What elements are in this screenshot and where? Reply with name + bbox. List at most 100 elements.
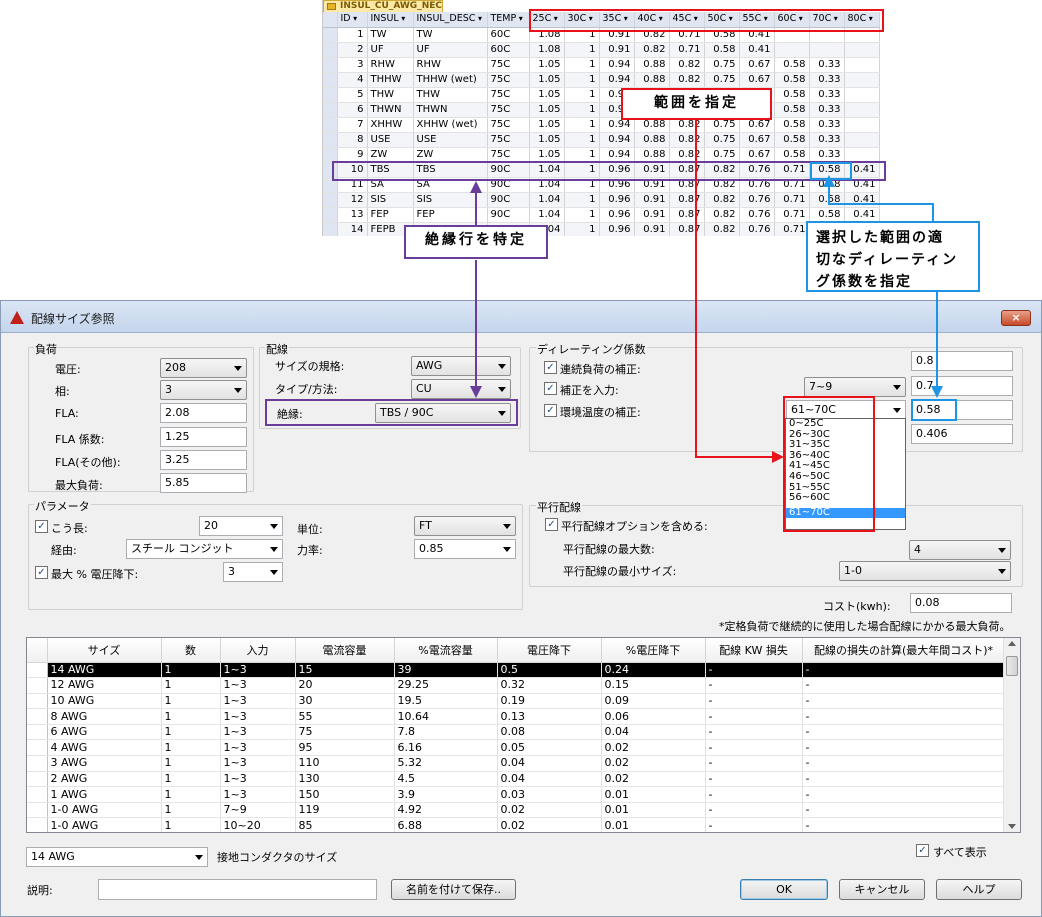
table-cell[interactable]: 5 — [337, 87, 368, 103]
table-cell[interactable]: 1.05 — [529, 72, 565, 88]
grid-cell[interactable]: 1~3 — [220, 755, 296, 772]
table-row[interactable]: 13 FEP FEP 90C 1.04 1 0.96 0.91 0.87 0.82 0.76 0.71… — [323, 207, 880, 223]
grid-cell[interactable]: 3.9 — [394, 786, 498, 803]
grid-cell[interactable]: 0.01 — [601, 786, 706, 803]
save-as-button[interactable]: 名前を付けて保存.. — [391, 879, 516, 900]
table-cell[interactable]: 4 — [337, 72, 368, 88]
cancel-button[interactable]: キャンセル — [839, 879, 925, 900]
grid-cell[interactable]: 0.19 — [497, 693, 602, 710]
grid-cell[interactable]: 0.08 — [497, 724, 602, 741]
grid-column-header[interactable]: %電圧降下 — [601, 638, 706, 663]
table-cell[interactable]: 1.05 — [529, 57, 565, 73]
table-cell[interactable] — [844, 87, 880, 103]
grid-cell[interactable]: 1 — [161, 724, 221, 741]
grid-row[interactable]: 8 AWG 1 1~3 55 10.64 0.13 0.06- - — [27, 708, 1006, 725]
table-row[interactable]: 4 THHW THHW (wet) 75C 1.05 1 0.94 0.88 0.82 0.75 0… — [323, 72, 880, 88]
grid-cell[interactable]: 1 — [161, 771, 221, 788]
grid-cell[interactable]: 12 AWG — [47, 677, 162, 694]
grid-cell[interactable]: 10 AWG — [47, 693, 162, 710]
show-all-checkbox[interactable]: ✓ — [916, 844, 929, 857]
grid-cell[interactable]: 75 — [295, 724, 395, 741]
table-cell[interactable]: USE — [413, 132, 488, 148]
table-cell[interactable]: 1.05 — [529, 147, 565, 163]
grid-cell[interactable]: 19.5 — [394, 693, 498, 710]
grid-cell[interactable]: 6.88 — [394, 817, 498, 832]
scroll-down-icon[interactable] — [1008, 824, 1016, 829]
grid-cell[interactable]: - — [802, 786, 1006, 803]
filter-dropdown-icon[interactable]: ▾ — [516, 14, 523, 23]
table-cell[interactable]: 1.05 — [529, 117, 565, 133]
grid-row-header[interactable] — [27, 724, 48, 741]
table-cell[interactable]: 0.94 — [599, 57, 635, 73]
grid-cell[interactable]: - — [705, 662, 803, 679]
table-cell[interactable]: 0.88 — [634, 147, 670, 163]
grid-cell[interactable]: 119 — [295, 802, 395, 819]
table-row[interactable]: 5THWTHW75C1.0510.940.880.820.750.670.580… — [323, 87, 880, 103]
table-cell[interactable]: 75C — [487, 102, 530, 118]
ambient-checkbox[interactable]: ✓ — [544, 404, 557, 417]
length-checkbox[interactable]: ✓ — [35, 520, 48, 533]
grid-cell[interactable]: 10.64 — [394, 708, 498, 725]
table-cell[interactable]: 0.82 — [669, 132, 705, 148]
grid-column-header[interactable]: 入力 — [220, 638, 296, 663]
table-cell[interactable]: 0.58 — [704, 42, 740, 58]
grid-cell[interactable]: 1 AWG — [47, 786, 162, 803]
grid-row-header[interactable] — [27, 693, 48, 710]
grid-row-header[interactable] — [27, 739, 48, 757]
grid-cell[interactable]: 1-0 AWG — [47, 802, 162, 819]
table-cell[interactable]: SIS — [367, 192, 414, 208]
route-combo[interactable]: スチール コンジット — [126, 539, 283, 559]
table-cell[interactable]: 0.71 — [774, 192, 810, 208]
grid-cell[interactable]: 7~9 — [220, 802, 296, 819]
table-cell[interactable]: 1 — [564, 57, 600, 73]
table-cell[interactable]: 12 — [337, 192, 368, 208]
table-cell[interactable]: 0.33 — [809, 102, 845, 118]
table-cell[interactable]: 0.71 — [669, 42, 705, 58]
correction-combo[interactable]: 7~9 — [804, 377, 906, 397]
table-cell[interactable]: 90C — [487, 192, 530, 208]
table-cell[interactable]: UF — [413, 42, 488, 58]
grid-cell[interactable]: 130 — [295, 771, 395, 788]
grid-column-header[interactable]: 電圧降下 — [497, 638, 602, 663]
grid-cell[interactable]: 1~3 — [220, 708, 296, 725]
parallel-min-combo[interactable]: 1-0 — [839, 561, 1011, 581]
table-row[interactable]: 7 XHHW XHHW (wet) 75C 1.05 1 0.94 0.88 0.82 0.75 0… — [323, 117, 880, 133]
ok-button[interactable]: OK — [740, 879, 828, 900]
table-cell[interactable]: XHHW (wet) — [413, 117, 488, 133]
grid-row-header[interactable] — [27, 662, 48, 679]
table-row[interactable]: 8 USE USE 75C 1.05 1 0.94 0.88 0.82 0.75 0.67 0.58 0… — [323, 132, 880, 148]
grid-cell[interactable]: 55 — [295, 708, 395, 725]
table-cell[interactable]: 7 — [337, 117, 368, 133]
fla-factor-field[interactable]: 1.25 — [160, 427, 247, 447]
table-cell[interactable]: 0.91 — [634, 222, 670, 236]
table-cell[interactable]: ZW — [367, 147, 414, 163]
table-cell[interactable]: 0.94 — [599, 72, 635, 88]
table-cell[interactable]: 0.33 — [809, 72, 845, 88]
grid-cell[interactable]: - — [802, 724, 1006, 741]
fla-other-field[interactable]: 3.25 — [160, 450, 247, 470]
scroll-thumb[interactable] — [1006, 656, 1018, 676]
table-cell[interactable] — [844, 72, 880, 88]
grid-cell[interactable]: 10~20 — [220, 817, 296, 832]
grid-cell[interactable]: 1~3 — [220, 662, 296, 679]
grid-cell[interactable]: 20 — [295, 677, 395, 694]
grid-cell[interactable]: 1~3 — [220, 771, 296, 788]
grid-row-header[interactable] — [27, 708, 48, 725]
table-cell[interactable]: RHW — [367, 57, 414, 73]
grid-cell[interactable]: - — [705, 739, 803, 757]
table-cell[interactable]: 0.96 — [599, 222, 635, 236]
grid-cell[interactable]: 14 AWG — [47, 662, 162, 679]
table-cell[interactable]: 0.91 — [634, 192, 670, 208]
table-cell[interactable]: 0.82 — [704, 207, 740, 223]
grid-cell[interactable]: 85 — [295, 817, 395, 832]
grid-cell[interactable]: 0.32 — [497, 677, 602, 694]
grid-cell[interactable]: 4 AWG — [47, 739, 162, 757]
grid-cell[interactable]: 5.32 — [394, 755, 498, 772]
table-cell[interactable]: RHW — [413, 57, 488, 73]
scroll-up-icon[interactable] — [1008, 641, 1016, 646]
grid-cell[interactable]: 3 AWG — [47, 755, 162, 772]
grid-column-header[interactable]: サイズ — [47, 638, 162, 663]
grid-row[interactable]: 6 AWG 1 1~3 75 7.8 0.08 0.04- - — [27, 724, 1006, 741]
filter-dropdown-icon[interactable]: ▾ — [399, 14, 405, 23]
grid-cell[interactable]: 0.01 — [601, 817, 706, 832]
